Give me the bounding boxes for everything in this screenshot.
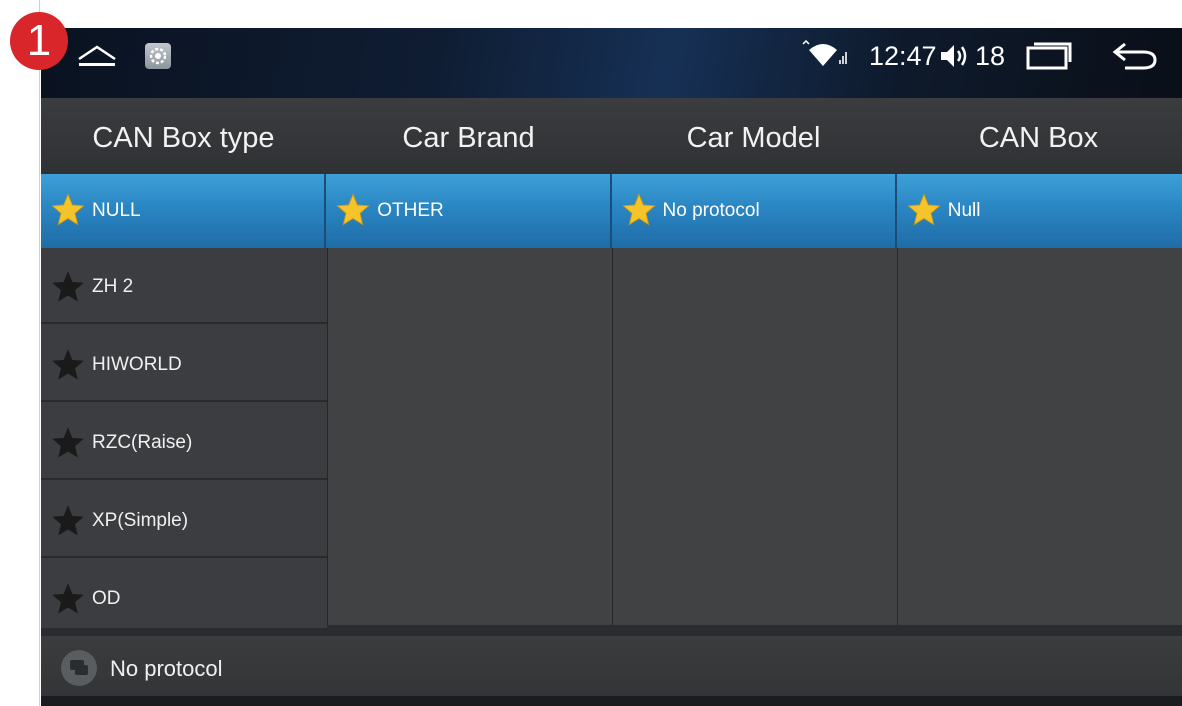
list-item-label: HIWORLD: [92, 354, 182, 375]
star-gold-icon: [621, 193, 656, 226]
list-item-label: XP(Simple): [92, 510, 189, 531]
column-header-row: CAN Box type Car Brand Car Model CAN Box: [41, 98, 1182, 174]
star-dark-icon: [52, 427, 84, 458]
selected-can-box-type[interactable]: NULL: [41, 174, 327, 248]
settings-icon[interactable]: [145, 43, 171, 69]
car-brand-list: [328, 248, 612, 625]
star-dark-icon: [52, 271, 84, 302]
page-left-margin: [0, 0, 40, 706]
recent-apps-icon[interactable]: [1026, 42, 1072, 70]
bottom-strip: [41, 696, 1182, 706]
header-can-box-type: CAN Box type: [92, 122, 275, 154]
step-number-badge: 1: [10, 12, 68, 70]
list-item-rzc[interactable]: RZC(Raise): [41, 404, 327, 480]
selected-can-box-label: Null: [947, 200, 981, 221]
head-unit-screen: 12:47 18 CAN Box type Car Brand Car Mode…: [41, 28, 1182, 706]
selected-car-brand[interactable]: OTHER: [326, 174, 612, 248]
list-item-label: RZC(Raise): [92, 432, 193, 453]
protocol-status-text: No protocol: [110, 656, 223, 681]
page-top-margin: [0, 0, 1182, 28]
header-car-brand: Car Brand: [402, 122, 535, 154]
list-item-hiworld[interactable]: HIWORLD: [41, 326, 327, 402]
volume-icon[interactable]: [939, 42, 969, 70]
status-bar: 12:47 18: [41, 28, 1182, 98]
can-box-type-list: ZH 2 HIWORLD RZC(Raise) XP(Simple) OD: [41, 248, 327, 628]
clock-time: 12:47: [869, 41, 937, 71]
selected-car-brand-label: OTHER: [377, 200, 444, 221]
list-item-label: ZH 2: [92, 276, 134, 297]
back-icon[interactable]: [1111, 40, 1159, 72]
message-icon: [61, 650, 97, 686]
selected-row: NULL OTHER No protocol Null: [41, 174, 1182, 248]
star-gold-icon: [51, 193, 85, 226]
bottom-status-bar: No protocol: [41, 636, 1182, 704]
home-icon[interactable]: [76, 42, 118, 72]
volume-level: 18: [975, 41, 1006, 71]
star-gold-icon: [336, 193, 371, 226]
star-dark-icon: [52, 505, 84, 536]
star-dark-icon: [52, 349, 84, 380]
selected-can-box[interactable]: Null: [897, 174, 1182, 248]
star-gold-icon: [906, 193, 941, 226]
car-model-list: [613, 248, 897, 625]
list-item-od[interactable]: OD: [41, 560, 327, 628]
selected-car-model[interactable]: No protocol: [612, 174, 897, 248]
header-car-model: Car Model: [686, 122, 821, 154]
selected-can-box-type-label: NULL: [92, 200, 141, 221]
header-can-box: CAN Box: [978, 122, 1099, 154]
wifi-icon: [802, 40, 847, 66]
can-box-list: [898, 248, 1182, 625]
list-item-label: OD: [92, 588, 121, 609]
selected-car-model-label: No protocol: [662, 200, 760, 221]
star-dark-icon: [52, 583, 84, 614]
list-item-zh2[interactable]: ZH 2: [41, 248, 327, 324]
can-settings-dialog: CAN Box type Car Brand Car Model CAN Box…: [41, 98, 1182, 706]
list-item-xp[interactable]: XP(Simple): [41, 482, 327, 558]
